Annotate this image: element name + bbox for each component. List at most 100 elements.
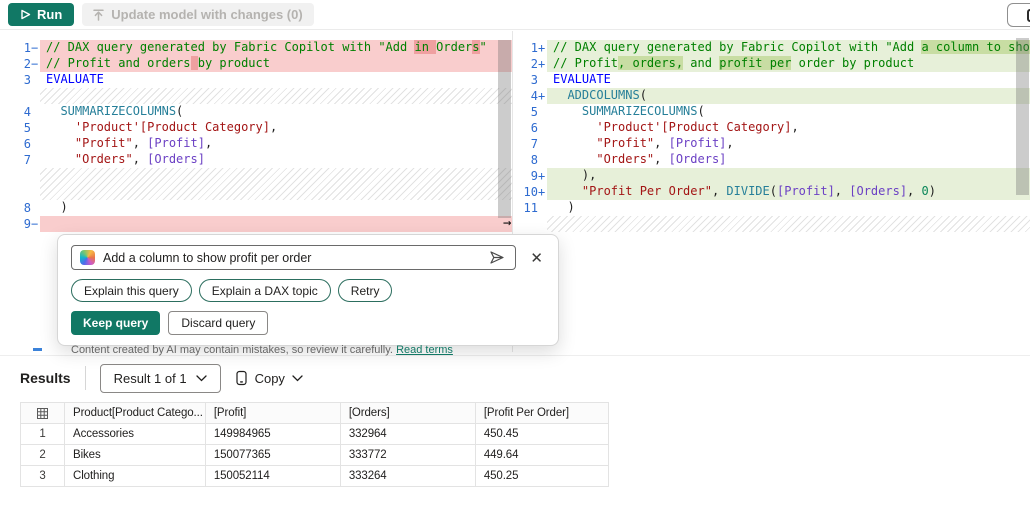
diff-line-right-2: 2 +// Profit, orders, and profit per orde…	[513, 56, 1030, 72]
code-line-content: // DAX query generated by Fabric Copilot…	[40, 40, 512, 56]
diff-line-right-6: 6 'Product'[Product Category],	[513, 120, 1030, 136]
code-line-content: 'Product'[Product Category],	[596, 120, 799, 134]
read-terms-link[interactable]: Read terms	[396, 344, 453, 356]
diff-line-right-7: 7 "Profit", [Profit],	[513, 136, 1030, 152]
diff-line-left-6: 6 "Profit", [Profit],	[0, 136, 512, 152]
diff-line-left-5: 5 'Product'[Product Category],	[0, 120, 512, 136]
results-divider	[84, 366, 86, 390]
copilot-prompt-input[interactable]	[103, 250, 480, 265]
diff-overview-mark	[33, 348, 42, 351]
run-button[interactable]: Run	[8, 3, 75, 26]
copy-label: Copy	[254, 370, 285, 386]
diff-line-left-2: 2−// Profit and orders by product	[0, 56, 512, 72]
upload-icon	[93, 8, 105, 21]
row-number-cell: 1	[20, 423, 65, 445]
code-line-content: )	[46, 200, 68, 214]
data-cell: 449.64	[474, 444, 609, 466]
line-number-gutter: 3	[513, 72, 547, 88]
code-line-content: SUMMARIZECOLUMNS(	[60, 104, 184, 118]
line-number-gutter: 6	[0, 136, 40, 152]
diff-line-right-10: 10 + "Profit Per Order", DIVIDE([Profit],…	[513, 184, 1030, 200]
update-model-button[interactable]: Update model with changes (0)	[82, 3, 314, 26]
chevron-down-icon	[195, 374, 207, 382]
line-number-gutter: 8	[513, 152, 547, 168]
keep-query-button[interactable]: Keep query	[71, 311, 161, 335]
data-cell: Bikes	[64, 444, 206, 466]
toolbar: Run Update model with changes (0)	[0, 0, 1030, 30]
table-row[interactable]: 2 Bikes 150077365 333772 449.64	[20, 444, 609, 466]
code-line-content: "Profit", [Profit],	[74, 136, 213, 150]
results-table: Product[Product Catego... [Profit] [Orders…	[20, 402, 609, 487]
diff-line-right-11: 11 )	[513, 200, 1030, 216]
line-number-gutter: 2−	[0, 56, 40, 72]
copilot-prompt-box[interactable]	[71, 245, 517, 270]
diff-line-left-7: 7 "Orders", [Orders]	[0, 152, 512, 168]
line-number-gutter: 9−	[0, 216, 40, 232]
results-bar: Results Result 1 of 1 Copy	[0, 360, 303, 396]
explain-dax-topic-button[interactable]: Explain a DAX topic	[198, 279, 331, 302]
toolbar-partial-button[interactable]	[1007, 3, 1030, 27]
close-icon[interactable]: ✕	[530, 249, 543, 267]
ai-disclaimer: Content created by AI may contain mistak…	[71, 344, 545, 356]
diff-line-right-4: 4 + ADDCOLUMNS(	[513, 88, 1030, 104]
data-cell: 150077365	[204, 444, 341, 466]
diff-pane-original[interactable]: 1−// DAX query generated by Fabric Copil…	[0, 40, 512, 232]
discard-query-button[interactable]: Discard query	[168, 311, 269, 335]
code-line-content	[40, 216, 512, 232]
code-line-content: EVALUATE	[46, 72, 104, 86]
right-scrollbar[interactable]	[1016, 38, 1029, 195]
code-line-content: "Profit Per Order", DIVIDE([Profit], [Or…	[547, 184, 1030, 200]
code-line-content: // Profit, orders, and profit per order …	[547, 56, 1030, 72]
table-row[interactable]: 3 Clothing 150052114 333264 450.25	[20, 465, 609, 487]
left-scrollbar[interactable]	[498, 40, 511, 218]
diff-line-left-8: 8 )	[0, 200, 512, 216]
data-cell: 150052114	[204, 465, 341, 487]
copilot-icon	[80, 250, 95, 265]
code-line-content	[40, 88, 512, 104]
line-number-gutter	[0, 88, 40, 104]
line-number-gutter: 4 +	[513, 88, 547, 104]
line-number-gutter: 7	[0, 152, 40, 168]
code-line-content: // Profit and orders by product	[40, 56, 512, 72]
code-line-content: ADDCOLUMNS(	[547, 88, 1030, 104]
code-line-content: "Profit", [Profit],	[596, 136, 734, 150]
explain-query-button[interactable]: Explain this query	[71, 279, 192, 302]
code-line-content: // DAX query generated by Fabric Copilot…	[547, 40, 1030, 56]
line-number-gutter: 10 +	[513, 184, 547, 200]
line-number-gutter: 1−	[0, 40, 40, 56]
copy-icon	[235, 370, 248, 386]
diff-pane-modified[interactable]: 1 +// DAX query generated by Fabric Copil…	[513, 40, 1030, 232]
code-line-content: SUMMARIZECOLUMNS(	[581, 104, 705, 118]
line-number-gutter: 6	[513, 120, 547, 136]
diff-line-right-5: 5 SUMMARIZECOLUMNS(	[513, 104, 1030, 120]
table-row[interactable]: 1 Accessories 149984965 332964 450.45	[20, 423, 609, 445]
column-header[interactable]: [Profit Per Order]	[474, 402, 609, 424]
code-line-content	[547, 216, 1030, 232]
send-button[interactable]	[487, 250, 507, 265]
arrow-right-icon[interactable]: →	[503, 215, 511, 231]
grid-icon-cell	[20, 402, 65, 424]
line-number-gutter	[513, 216, 547, 232]
column-header[interactable]: [Orders]	[339, 402, 476, 424]
diff-line-left-1: 1−// DAX query generated by Fabric Copil…	[0, 40, 512, 56]
grid-icon	[36, 407, 49, 420]
code-line-content: 'Product'[Product Category],	[74, 120, 278, 134]
diff-line-left-9: 9−	[0, 216, 512, 232]
column-header[interactable]: Product[Product Catego...	[64, 402, 206, 424]
code-line-content: "Orders", [Orders]	[596, 152, 727, 166]
column-header[interactable]: [Profit]	[204, 402, 341, 424]
run-label: Run	[37, 7, 63, 22]
code-line-content: EVALUATE	[553, 72, 611, 86]
diff-filler-left-3	[0, 88, 512, 104]
diff-line-right-8: 8 "Orders", [Orders]	[513, 152, 1030, 168]
line-number-gutter: 5	[0, 120, 40, 136]
copy-dropdown[interactable]: Copy	[235, 370, 303, 386]
retry-button[interactable]: Retry	[337, 279, 393, 302]
result-selector-dropdown[interactable]: Result 1 of 1	[99, 363, 221, 393]
code-line-content: )	[553, 200, 575, 214]
line-number-gutter: 1 +	[513, 40, 547, 56]
row-number-cell: 2	[20, 444, 65, 466]
line-number-gutter: 11	[513, 200, 547, 216]
diff-line-right-3: 3 EVALUATE	[513, 72, 1030, 88]
data-cell: 332964	[339, 423, 476, 445]
